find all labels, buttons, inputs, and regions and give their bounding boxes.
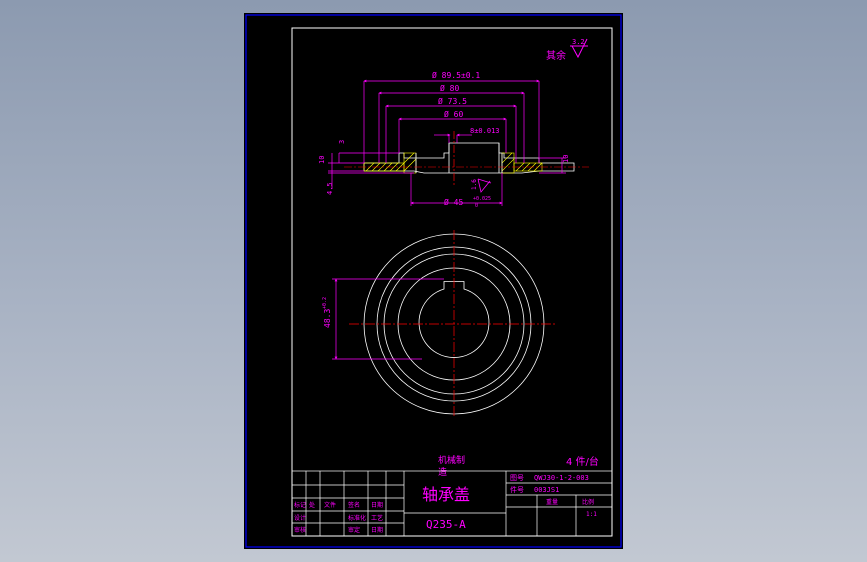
drawing-no: QWJ30-1-2-003 — [534, 474, 589, 482]
sign-cell: 标记 — [294, 501, 306, 509]
material: Q235-A — [426, 518, 466, 531]
sign-cell: 审定 — [348, 526, 360, 534]
sign-cell: 日期 — [371, 526, 383, 534]
scale: 1:1 — [586, 511, 597, 518]
signature-grid: 标记 处 文件 签名 日期 设计 标准化 审核 审定 工艺 日期 — [294, 501, 383, 534]
part-name: 轴承盖 — [422, 485, 470, 504]
sign-cell: 文件 — [324, 501, 336, 509]
drawing-no-label: 图号 — [510, 474, 524, 482]
dim-bore-tol-upper: +0.025 — [473, 196, 491, 202]
roughness-face-value: 1.6 — [471, 179, 478, 190]
sign-cell: 审核 — [294, 526, 306, 534]
dim-height-left: 10 — [318, 156, 326, 164]
header-weight: 重量 — [546, 498, 558, 506]
sign-cell: 标准化 — [348, 514, 366, 522]
dim-bottom-left: 4.5 — [326, 182, 334, 195]
dim-bore-tol-lower: 0 — [475, 203, 478, 209]
dim-bore: Ø 45 — [444, 197, 463, 207]
dim-step-left: 3 — [338, 140, 346, 144]
part-no-label: 件号 — [510, 485, 524, 494]
sign-cell: 设计 — [294, 514, 306, 522]
sign-cell: 处 — [309, 501, 315, 509]
dim-spigot: Ø 73.5 — [438, 96, 467, 106]
hatch-inner — [403, 152, 515, 174]
dim-hub: Ø 60 — [444, 109, 463, 119]
quantity-per-machine: 4 件/台 — [566, 455, 599, 468]
sign-cell: 日期 — [371, 501, 383, 509]
roughness-face-icon — [477, 178, 492, 193]
title-block: 机械制 造 4 件/台 轴承盖 Q235-A 图号 QWJ30-1-2-003 … — [291, 454, 613, 537]
plan-view: 48.3 +0.2 — [322, 230, 556, 418]
sign-cell: 工艺 — [371, 514, 383, 522]
part-no: 003JS1 — [534, 486, 559, 494]
drawing-viewport[interactable]: 其余 3.2 Ø 89.5±0.1 Ø 80 Ø 73.5 Ø 60 8±0.0… — [244, 13, 623, 549]
dim-keyway-width: 8±0.013 — [470, 127, 500, 135]
machine-name: 机械制 — [438, 454, 465, 466]
dim-keyway-depth-tol: +0.2 — [322, 297, 328, 309]
roughness-rest-label: 其余 — [546, 49, 566, 62]
cad-drawing: 其余 3.2 Ø 89.5±0.1 Ø 80 Ø 73.5 Ø 60 8±0.0… — [245, 14, 622, 548]
sign-cell: 签名 — [348, 501, 360, 509]
roughness-note: 其余 3.2 — [546, 38, 588, 62]
header-scale: 比例 — [582, 498, 594, 506]
roughness-rest-value: 3.2 — [572, 38, 585, 46]
dim-keyway-depth: 48.3 — [323, 309, 332, 328]
machine-name-2: 造 — [438, 466, 447, 478]
sheet-border-outer — [245, 14, 622, 548]
section-view: Ø 89.5±0.1 Ø 80 Ø 73.5 Ø 60 8±0.013 Ø 45… — [318, 70, 589, 209]
dim-height-right: 10 — [562, 155, 570, 163]
dim-outer-flange: Ø 89.5±0.1 — [432, 70, 480, 80]
dim-bolt-circle: Ø 80 — [440, 83, 459, 93]
